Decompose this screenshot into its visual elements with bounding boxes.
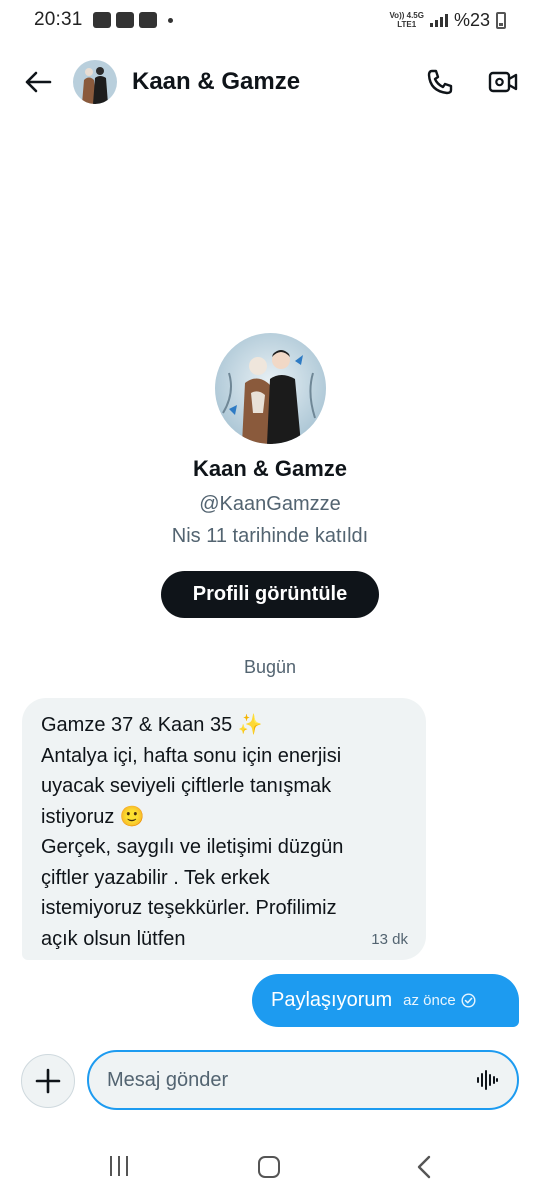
recents-button[interactable] [106,1156,132,1180]
battery-percent: %23 [453,9,490,30]
couple-profile-image [215,333,326,444]
battery-icon [496,11,506,29]
call-button[interactable] [424,66,456,98]
video-call-button[interactable] [486,66,520,98]
outgoing-message-text: Paylaşıyorum [271,989,393,1011]
sent-check-icon [461,993,476,1008]
message-input[interactable] [107,1052,467,1108]
back-button[interactable] [22,66,54,98]
network-bottom-label: LTE1 [397,20,417,29]
gallery-icon [92,12,111,28]
youtube-icon [115,12,134,28]
profile-handle: @KaanGamzze [199,493,341,515]
add-contact-icon [138,12,157,28]
header-title[interactable]: Kaan & Gamze [132,68,300,96]
signal-icon [429,13,448,27]
system-back-button[interactable] [412,1154,436,1180]
plus-icon [35,1068,61,1094]
message-line: Gerçek, saygılı ve iletişimi düzgün [41,836,344,858]
video-call-icon [488,71,518,93]
message-line: çiftler yazabilir . Tek erkek [41,866,270,889]
header-avatar[interactable] [73,60,117,104]
phone-icon [427,69,453,95]
view-profile-button[interactable]: Profili görüntüle [161,571,379,618]
notification-icons [92,12,173,28]
outgoing-message-bubble[interactable]: Paylaşıyorum az önce [252,974,519,1027]
add-attachment-button[interactable] [21,1054,75,1108]
message-line: istemiyoruz teşekkürler. Profilimiz [41,897,337,919]
message-line: Gamze 37 & Kaan 35 ✨ [41,714,263,736]
network-top-label: Vo)) 4.5G [389,11,424,20]
system-navigation-bar [0,1140,540,1199]
voice-waveform-icon [477,1070,498,1090]
conversation-header: Kaan & Gamze [0,52,540,112]
status-time: 20:31 [34,9,83,30]
home-button[interactable] [258,1156,280,1178]
profile-name: Kaan & Gamze [192,456,348,481]
chevron-left-icon [417,1155,431,1179]
profile-joined-date: Nis 11 tarihinde katıldı [171,525,369,547]
profile-avatar[interactable] [215,333,326,444]
incoming-message-bubble[interactable]: Gamze 37 & Kaan 35 ✨ Antalya içi, hafta … [22,698,426,960]
incoming-message-time: 13 dk [371,931,408,948]
status-right: Vo)) 4.5G LTE1 %23 [389,10,506,31]
outgoing-message-time: az önce [403,992,456,1009]
message-line: uyacak seviyeli çiftlerle tanışmak [41,775,332,797]
message-composer[interactable] [87,1050,519,1110]
message-line: açık olsun lütfen [41,927,186,950]
back-arrow-icon [25,71,52,93]
message-line: istiyoruz 🙂 [41,805,145,828]
message-line: Antalya içi, hafta sonu için enerjisi [41,744,342,767]
couple-avatar-image [73,60,117,104]
status-bar: 20:31 Vo)) 4.5G LTE1 %23 [0,0,540,40]
network-indicator: Vo)) 4.5G LTE1 [389,11,424,29]
date-separator: Bugün [243,657,297,677]
voice-message-button[interactable] [475,1068,499,1092]
more-notifications-dot [167,17,173,23]
